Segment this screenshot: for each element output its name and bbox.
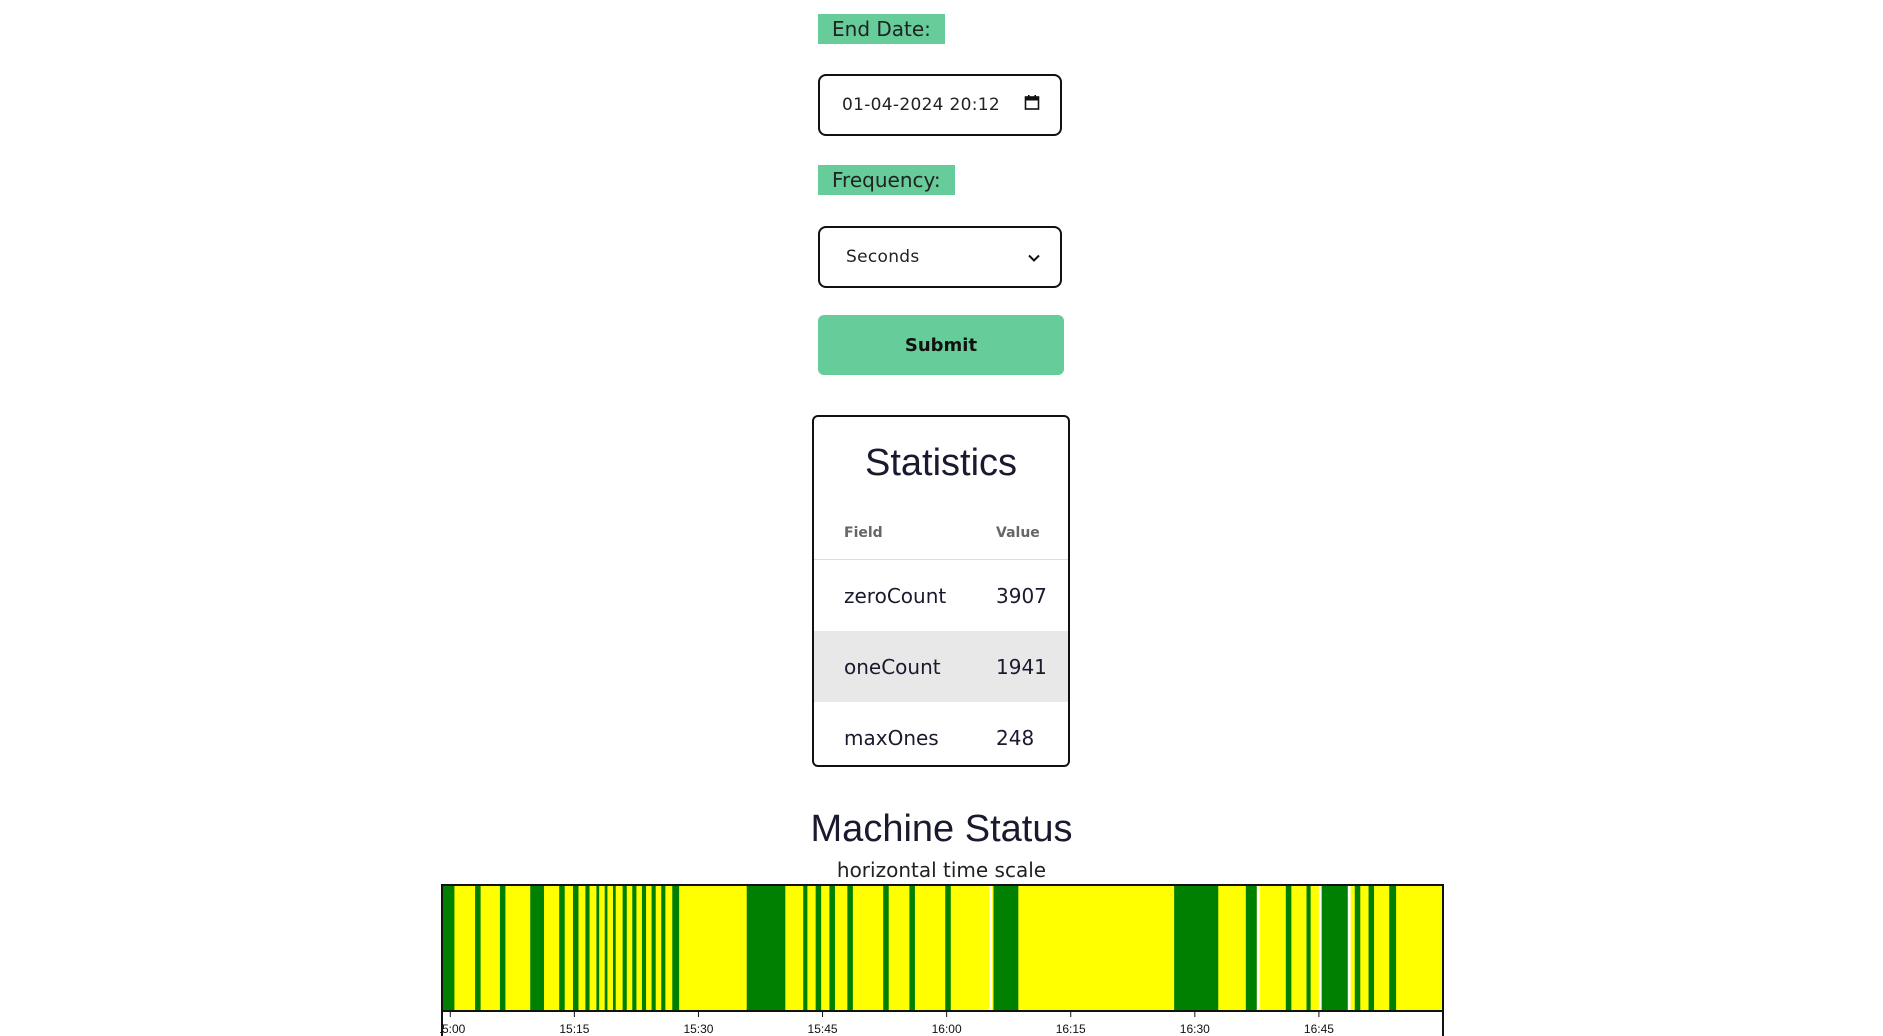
status-segment-on xyxy=(661,885,666,1011)
status-segment-on xyxy=(883,885,889,1011)
status-segment-gap xyxy=(989,885,993,1011)
chevron-down-icon xyxy=(1028,247,1040,267)
status-segment-on xyxy=(1245,885,1257,1011)
x-tick-label: 16:15 xyxy=(1056,1022,1086,1036)
status-segment-on xyxy=(746,885,786,1011)
row-value: 3907 xyxy=(996,583,1047,608)
row-value: 1941 xyxy=(996,654,1047,679)
header-field: Field xyxy=(844,525,883,541)
status-segment-on xyxy=(847,885,853,1011)
status-segment-on xyxy=(815,885,822,1011)
row-value: 248 xyxy=(996,725,1035,750)
row-field: oneCount xyxy=(844,654,941,679)
status-segment-on xyxy=(672,885,680,1011)
end-date-value: 01-04-2024 20:12 xyxy=(842,95,1000,115)
status-segment-on xyxy=(829,885,835,1011)
row-field: maxOnes xyxy=(844,725,939,750)
status-segment-on xyxy=(909,885,915,1011)
status-segment-on xyxy=(604,885,608,1011)
frequency-select[interactable]: Seconds xyxy=(818,226,1062,288)
status-segments xyxy=(441,884,1444,1012)
submit-button[interactable]: Submit xyxy=(818,315,1064,375)
end-date-input[interactable]: 01-04-2024 20:12 xyxy=(818,74,1062,136)
status-segment-on xyxy=(1368,885,1375,1011)
status-segment-on xyxy=(993,885,1019,1011)
x-tick-label: 15:45 xyxy=(808,1022,838,1036)
end-date-label: End Date: xyxy=(818,14,945,44)
row-field: zeroCount xyxy=(844,583,947,608)
statistics-card: Statistics Field Value zeroCount 3907 on… xyxy=(812,415,1070,767)
status-segment-on xyxy=(559,885,565,1011)
status-segment-on xyxy=(596,885,600,1011)
frequency-selected-value: Seconds xyxy=(846,247,920,267)
time-axis: 15:00 15:15 15:30 15:45 16:00 16:15 16:30 16:45 xyxy=(440,1010,1444,1036)
machine-status-subtitle: horizontal time scale xyxy=(836,858,1047,882)
table-row: zeroCount 3907 xyxy=(814,560,1068,631)
x-tick-label: 15:00 xyxy=(440,1022,466,1036)
x-tick-label: 15:15 xyxy=(559,1022,589,1036)
x-tick-label: 16:00 xyxy=(932,1022,962,1036)
status-segment-on xyxy=(612,885,616,1011)
status-segment-on xyxy=(651,885,656,1011)
status-segment-on xyxy=(572,885,579,1011)
machine-status-chart: 15:00 15:15 15:30 15:45 16:00 16:15 16:30 16:45 xyxy=(440,884,1444,1036)
status-segment-on xyxy=(803,885,808,1011)
status-segment-on xyxy=(1285,885,1292,1011)
status-segment-on xyxy=(475,885,481,1011)
status-segment-on xyxy=(530,885,545,1011)
x-tick-label: 16:30 xyxy=(1180,1022,1210,1036)
status-segment-on xyxy=(442,885,455,1011)
table-row: oneCount 1941 xyxy=(814,631,1068,702)
status-segment-on xyxy=(632,885,637,1011)
status-segment-on xyxy=(1389,885,1397,1011)
calendar-icon[interactable] xyxy=(1024,95,1040,116)
header-value: Value xyxy=(996,525,1040,541)
frequency-label: Frequency: xyxy=(818,165,955,195)
status-segment-gap xyxy=(1347,885,1351,1011)
status-background xyxy=(442,885,1443,1011)
x-tick-label: 16:45 xyxy=(1304,1022,1334,1036)
status-segment-on xyxy=(1354,885,1361,1011)
statistics-title: Statistics xyxy=(864,442,1018,484)
statistics-header-row: Field Value xyxy=(814,491,1068,560)
status-segment-on xyxy=(622,885,627,1011)
status-segment-on xyxy=(641,885,647,1011)
status-segment-gap xyxy=(1256,885,1260,1011)
status-segment-on xyxy=(585,885,590,1011)
status-segment-on xyxy=(1306,885,1311,1011)
status-segment-on xyxy=(1321,885,1348,1011)
table-row: maxOnes 248 xyxy=(814,702,1068,765)
status-segment-on xyxy=(1174,885,1219,1011)
status-segment-on xyxy=(499,885,506,1011)
status-segment-on xyxy=(945,885,951,1011)
status-segment-gap xyxy=(1318,885,1322,1011)
machine-status-title: Machine Status xyxy=(810,808,1073,850)
x-tick-label: 15:30 xyxy=(683,1022,713,1036)
